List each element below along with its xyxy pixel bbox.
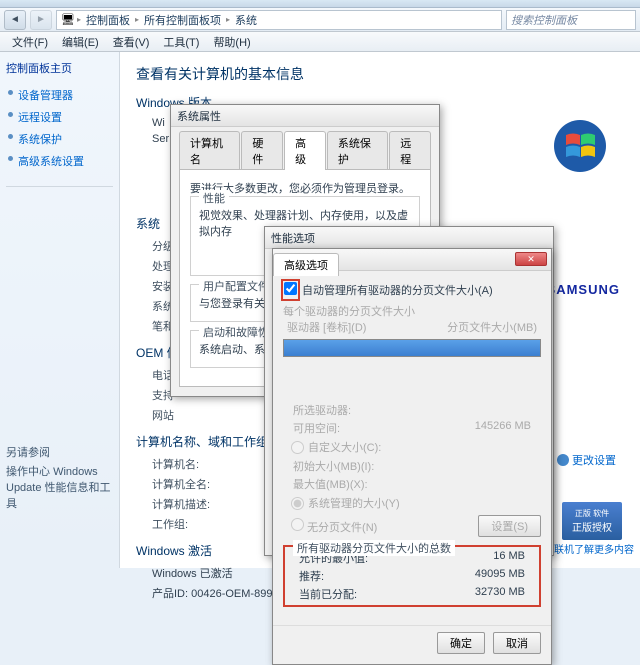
close-button[interactable]: ✕ — [515, 252, 547, 266]
search-input[interactable]: 搜索控制面板 — [506, 10, 636, 30]
ok-button[interactable]: 确定 — [437, 632, 485, 654]
dialog-title[interactable]: 性能选项 — [265, 227, 553, 249]
genuine-badge: 正版 软件 正版授权 — [562, 502, 622, 540]
chevron-right-icon: ▸ — [135, 15, 139, 24]
menu-view[interactable]: 查看(V) — [107, 33, 156, 51]
no-paging-radio — [291, 518, 304, 531]
window-titlebar — [0, 0, 640, 8]
menu-help[interactable]: 帮助(H) — [207, 33, 256, 51]
change-settings-link[interactable]: 更改设置 — [557, 452, 616, 468]
virtual-memory-dialog: 虚拟内存 ✕ 自动管理所有驱动器的分页文件大小(A) 每个驱动器的分页文件大小 … — [272, 248, 552, 665]
crumb-control-panel[interactable]: 控制面板 — [83, 12, 133, 28]
menu-edit[interactable]: 编辑(E) — [56, 33, 105, 51]
sidebar-protection[interactable]: 系统保护 — [6, 128, 113, 150]
drive-list[interactable] — [283, 339, 541, 357]
set-button: 设置(S) — [478, 515, 541, 537]
perf-group-title: 性能 — [199, 190, 229, 206]
profile-group-title: 用户配置文件 — [199, 278, 273, 294]
tab-strip: 计算机名 硬件 高级 系统保护 远程 — [171, 127, 439, 170]
menu-file[interactable]: 文件(F) — [6, 33, 54, 51]
tab-computer-name[interactable]: 计算机名 — [179, 131, 240, 170]
see-also-title: 另请参阅 — [6, 441, 113, 463]
auto-manage-label: 自动管理所有驱动器的分页文件大小(A) — [302, 282, 493, 298]
tab-remote[interactable]: 远程 — [389, 131, 431, 170]
each-drive-label: 每个驱动器的分页文件大小 — [283, 303, 541, 319]
gear-icon — [557, 454, 569, 466]
system-managed-radio — [291, 497, 304, 510]
dialog-title[interactable]: 系统属性 — [171, 105, 439, 127]
breadcrumb[interactable]: 🖥 ▸ 控制面板 ▸ 所有控制面板项 ▸ 系统 — [56, 10, 502, 30]
chevron-right-icon: ▸ — [226, 15, 230, 24]
samsung-logo: SAMSUNG — [547, 282, 620, 297]
custom-size-radio — [291, 441, 304, 454]
chevron-right-icon: ▸ — [77, 15, 81, 24]
genuine-more-link[interactable]: 联机了解更多内容 — [554, 541, 634, 556]
sidebar: 控制面板主页 设备管理器 远程设置 系统保护 高级系统设置 另请参阅 操作中心 … — [0, 52, 120, 568]
sidebar-remote[interactable]: 远程设置 — [6, 106, 113, 128]
crumb-all-items[interactable]: 所有控制面板项 — [141, 12, 224, 28]
menu-tools[interactable]: 工具(T) — [157, 33, 205, 51]
back-button[interactable]: ◄ — [4, 10, 26, 30]
windows-logo-icon — [552, 118, 608, 174]
auto-manage-checkbox[interactable] — [284, 282, 297, 295]
sidebar-title: 控制面板主页 — [6, 60, 113, 76]
menu-bar: 文件(F) 编辑(E) 查看(V) 工具(T) 帮助(H) — [0, 32, 640, 52]
sidebar-device-manager[interactable]: 设备管理器 — [6, 84, 113, 106]
crumb-system[interactable]: 系统 — [232, 12, 260, 28]
tab-hardware[interactable]: 硬件 — [241, 131, 283, 170]
page-title: 查看有关计算机的基本信息 — [136, 64, 624, 84]
divider — [6, 186, 113, 187]
tab-advanced[interactable]: 高级 — [284, 131, 326, 170]
totals-group-title: 所有驱动器分页文件大小的总数 — [293, 540, 455, 556]
tab-advanced-options[interactable]: 高级选项 — [273, 253, 339, 276]
cancel-button[interactable]: 取消 — [493, 632, 541, 654]
sidebar-advanced[interactable]: 高级系统设置 — [6, 150, 113, 172]
tab-protection[interactable]: 系统保护 — [327, 131, 388, 170]
computer-icon: 🖥 — [61, 13, 75, 26]
forward-button[interactable]: ► — [30, 10, 52, 30]
address-bar: ◄ ► 🖥 ▸ 控制面板 ▸ 所有控制面板项 ▸ 系统 搜索控制面板 — [0, 8, 640, 32]
